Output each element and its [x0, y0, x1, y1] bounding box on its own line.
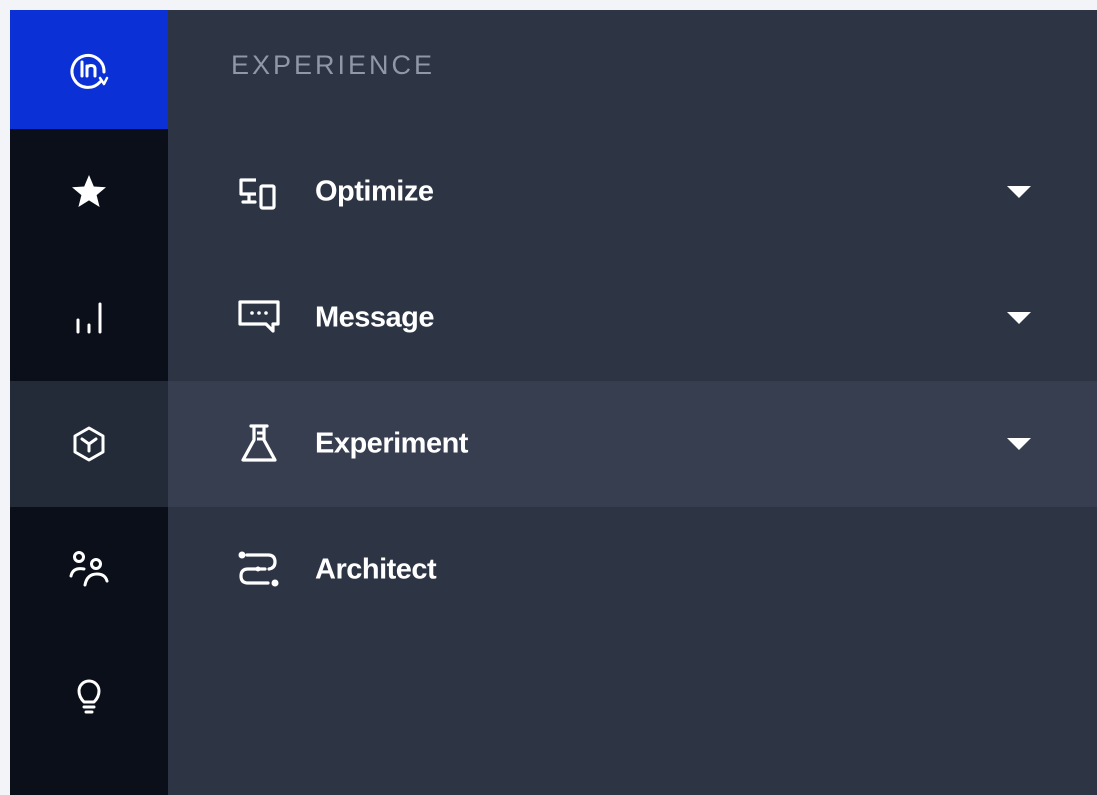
flow-icon [235, 546, 283, 594]
rail-favorites[interactable] [10, 129, 168, 255]
nav-item-architect[interactable]: Architect [168, 507, 1097, 633]
chevron-down-icon[interactable] [1004, 434, 1034, 454]
rail-analytics[interactable] [10, 255, 168, 381]
nav-item-optimize[interactable]: Optimize [168, 129, 1097, 255]
rail-insights[interactable] [10, 633, 168, 759]
icon-rail [10, 10, 168, 795]
nav-item-label: Experiment [315, 427, 468, 460]
chevron-down-icon[interactable] [1004, 308, 1034, 328]
devices-icon [235, 168, 283, 216]
nav-item-experiment[interactable]: Experiment [168, 381, 1097, 507]
nav-item-message[interactable]: Message [168, 255, 1097, 381]
cube-icon [73, 426, 105, 462]
lightbulb-icon [77, 679, 101, 714]
message-icon [235, 294, 283, 342]
nav-item-label: Architect [315, 553, 437, 586]
nav-item-label: Optimize [315, 175, 434, 208]
rail-audience[interactable] [10, 507, 168, 633]
experience-menu-panel: EXPERIENCE Optimize Message Experiment A… [168, 10, 1097, 795]
rail-experience[interactable] [10, 381, 168, 507]
people-icon [69, 551, 109, 587]
star-icon [72, 175, 106, 207]
in-logo-icon [70, 53, 109, 89]
bar-chart-icon [76, 302, 102, 334]
section-title: EXPERIENCE [231, 50, 436, 80]
home-logo-button[interactable] [10, 10, 168, 129]
app-shell: EXPERIENCE Optimize Message Experiment A… [10, 10, 1097, 795]
nav-item-label: Message [315, 301, 435, 334]
flask-icon [235, 420, 283, 468]
chevron-down-icon[interactable] [1004, 182, 1034, 202]
